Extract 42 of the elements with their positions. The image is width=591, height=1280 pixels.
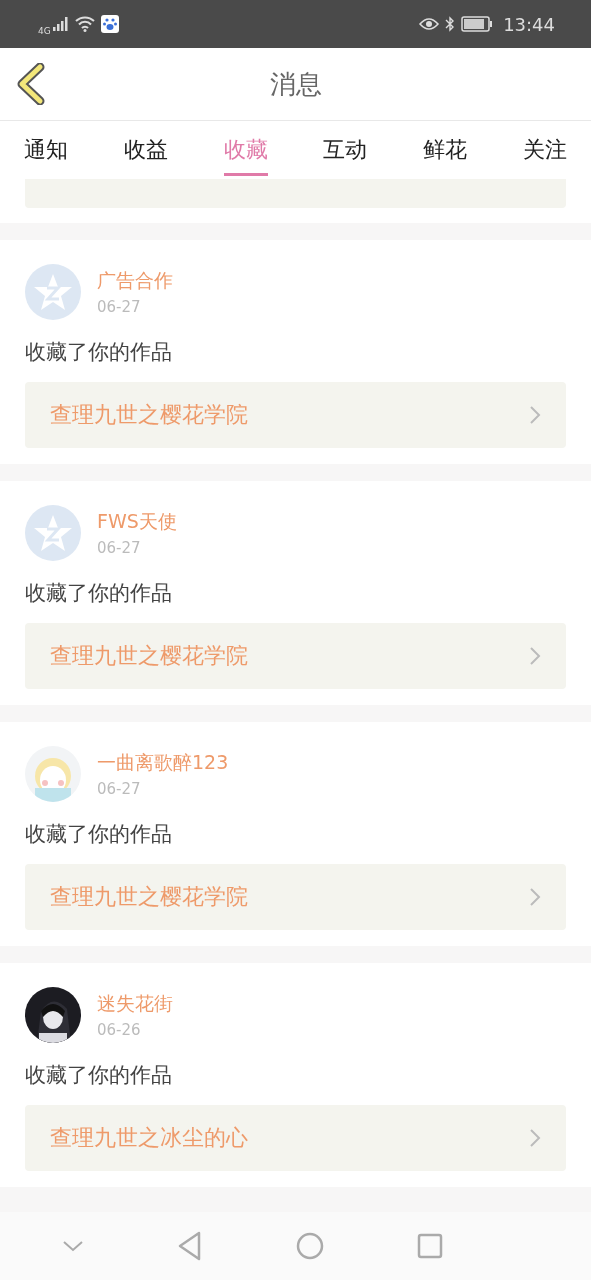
back-icon[interactable]: [177, 1231, 203, 1261]
message-text: 收藏了你的作品: [25, 339, 173, 366]
date: 06-27: [97, 539, 142, 557]
avatar-icon: [25, 505, 81, 561]
user-name[interactable]: FWS天使: [97, 509, 177, 535]
date: 06-27: [97, 780, 142, 798]
wifi-icon: [74, 16, 95, 32]
user-name[interactable]: 迷失花街: [97, 991, 173, 1017]
tab[interactable]: 关注: [523, 126, 567, 176]
message-text: 收藏了你的作品: [25, 580, 173, 607]
home-icon[interactable]: [296, 1232, 324, 1260]
chevron-icon: [529, 646, 541, 666]
user-name[interactable]: 一曲离歌醉123: [97, 750, 229, 776]
paw-icon: [100, 15, 119, 33]
signal-icon: [52, 17, 69, 31]
message-text: 收藏了你的作品: [25, 1062, 173, 1089]
chevron-icon: [529, 1128, 541, 1148]
avatar-icon: [25, 264, 81, 320]
battery-icon: [461, 16, 494, 32]
page-title: 消息: [269, 67, 322, 101]
date: 06-26: [97, 1021, 142, 1039]
tab[interactable]: 收益: [123, 126, 168, 176]
work-link[interactable]: 查理九世之樱花学院: [25, 382, 566, 448]
work-link[interactable]: 查理九世之樱花学院: [25, 623, 566, 689]
user-name[interactable]: 广告合作: [97, 268, 173, 294]
date: 06-27: [97, 298, 142, 316]
bluetooth-icon: [445, 16, 456, 32]
tab[interactable]: 鲜花: [423, 126, 468, 176]
chevron-icon: [529, 887, 541, 907]
chevron-down-icon[interactable]: [62, 1239, 84, 1253]
work-link[interactable]: 查理九世之冰尘的心: [25, 1105, 566, 1171]
tab[interactable]: 收藏: [223, 126, 268, 176]
eye-icon: [419, 17, 440, 31]
tab[interactable]: 互动: [323, 126, 368, 176]
clock: 13:44: [503, 13, 555, 35]
chevron-icon: [529, 405, 541, 425]
work-link[interactable]: 查理九世之樱花学院: [25, 864, 566, 930]
recents-icon[interactable]: [417, 1233, 443, 1259]
tab[interactable]: 通知: [24, 126, 68, 176]
back-button[interactable]: [16, 63, 46, 105]
message-text: 收藏了你的作品: [25, 821, 173, 848]
network-label: 4G: [38, 26, 51, 36]
